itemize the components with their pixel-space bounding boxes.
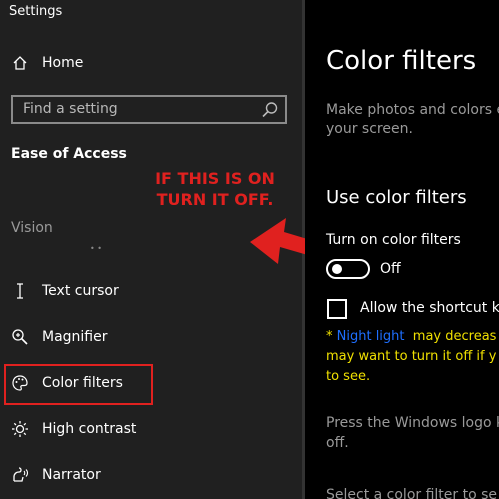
- note-text: may want to turn it off if y: [326, 349, 497, 364]
- night-light-link[interactable]: Night light: [337, 329, 405, 344]
- sidebar-item-narrator[interactable]: Narrator: [0, 455, 302, 495]
- instruction-line: off.: [326, 435, 349, 451]
- main-content: Color filters Make photos and colors e y…: [305, 0, 499, 499]
- sidebar-item-label: Home: [42, 55, 84, 71]
- annotation-text: IF THIS IS ON TURN IT OFF.: [146, 168, 284, 210]
- night-light-note: * Night light may decreas may want to tu…: [326, 327, 499, 387]
- shortcut-label: Allow the shortcut key: [360, 300, 499, 316]
- group-label: Vision: [11, 220, 53, 236]
- instruction-line: Press the Windows logo k: [326, 415, 499, 431]
- page-description: Make photos and colors e your screen.: [326, 101, 499, 139]
- sidebar-item-label: Text cursor: [42, 283, 119, 299]
- scroll-indicator: • •: [90, 244, 102, 253]
- page-title: Color filters: [326, 46, 477, 76]
- sidebar-item-magnifier[interactable]: Magnifier: [0, 317, 302, 357]
- note-text: may decreas: [404, 329, 497, 344]
- toggle-label: Turn on color filters: [326, 232, 461, 248]
- search-input[interactable]: Find a setting: [11, 95, 287, 124]
- sidebar-item-home[interactable]: Home: [0, 43, 302, 83]
- select-filter-text: Select a color filter to se: [326, 487, 498, 499]
- description-line: Make photos and colors e: [326, 102, 499, 118]
- text-cursor-icon: [10, 281, 30, 301]
- description-line: your screen.: [326, 121, 413, 137]
- sidebar-item-label: Narrator: [42, 467, 101, 483]
- section-title: Ease of Access: [11, 146, 127, 162]
- toggle-state: Off: [380, 261, 401, 277]
- search-placeholder: Find a setting: [23, 101, 118, 117]
- annotation-line: TURN IT OFF.: [156, 190, 274, 209]
- sun-icon: [10, 419, 30, 439]
- sidebar-item-high-contrast[interactable]: High contrast: [0, 409, 302, 449]
- home-icon: [10, 53, 30, 73]
- magnifier-icon: [10, 327, 30, 347]
- sidebar-item-label: High contrast: [42, 421, 137, 437]
- sidebar-item-text-cursor[interactable]: Text cursor: [0, 271, 302, 311]
- highlight-box: [4, 364, 153, 405]
- annotation-line: IF THIS IS ON: [155, 169, 275, 188]
- toggle-knob: [332, 264, 342, 274]
- sidebar-item-label: Magnifier: [42, 329, 108, 345]
- section-heading: Use color filters: [326, 187, 467, 208]
- narrator-icon: [10, 465, 30, 485]
- shortcut-checkbox[interactable]: [327, 299, 347, 319]
- window-title: Settings: [9, 4, 63, 19]
- shortcut-instructions: Press the Windows logo k off.: [326, 413, 499, 453]
- search-icon[interactable]: [261, 101, 279, 119]
- color-filters-toggle[interactable]: [326, 259, 370, 279]
- note-text: to see.: [326, 369, 371, 384]
- note-prefix: *: [326, 329, 337, 344]
